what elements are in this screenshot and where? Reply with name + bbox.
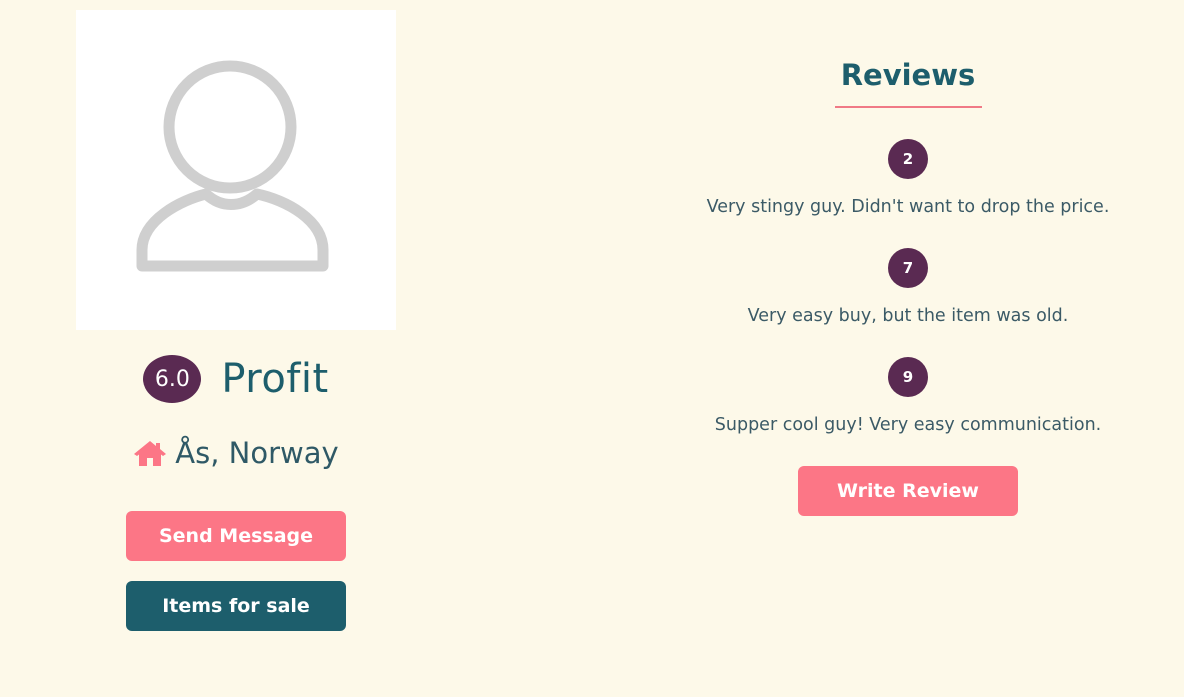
review-item: 2 Very stingy guy. Didn't want to drop t… xyxy=(632,139,1184,217)
profile-page: 6.0 Profit Ås, Norway Send Message Items… xyxy=(0,0,1184,697)
reviews-section: Reviews 2 Very stingy guy. Didn't want t… xyxy=(632,0,1184,697)
location: Ås, Norway xyxy=(0,432,472,474)
write-review-button[interactable]: Write Review xyxy=(798,466,1018,516)
home-icon xyxy=(133,439,167,467)
rating-badge: 6.0 xyxy=(143,355,202,403)
location-text: Ås, Norway xyxy=(175,436,339,470)
review-score-badge: 2 xyxy=(888,139,928,179)
review-score-badge: 9 xyxy=(888,357,928,397)
review-score-badge: 7 xyxy=(888,248,928,288)
avatar xyxy=(76,10,396,330)
profile-header: 6.0 Profit xyxy=(0,354,472,404)
review-item: 7 Very easy buy, but the item was old. xyxy=(632,248,1184,326)
user-silhouette-icon xyxy=(136,60,336,280)
send-message-button[interactable]: Send Message xyxy=(126,511,346,561)
review-text: Very easy buy, but the item was old. xyxy=(747,306,1069,326)
reviews-heading: Reviews xyxy=(840,58,976,92)
review-text: Very stingy guy. Didn't want to drop the… xyxy=(706,197,1110,217)
heading-underline xyxy=(835,106,982,108)
items-for-sale-button[interactable]: Items for sale xyxy=(126,581,346,631)
review-text: Supper cool guy! Very easy communication… xyxy=(714,415,1102,435)
user-name: Profit xyxy=(221,356,329,402)
review-item: 9 Supper cool guy! Very easy communicati… xyxy=(632,357,1184,435)
